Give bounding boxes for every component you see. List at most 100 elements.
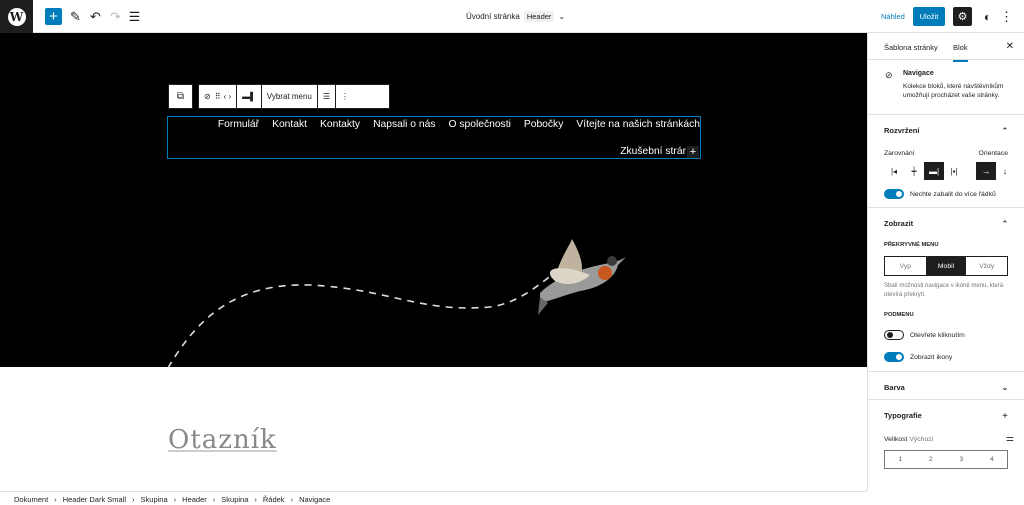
font-size-value: Výchozí — [909, 436, 934, 443]
font-size-label-text: Velikost — [884, 436, 908, 443]
justify-left-icon[interactable]: |◂ — [884, 162, 904, 180]
overlay-option-mobile[interactable]: Mobil — [925, 257, 967, 275]
bird-head — [607, 256, 617, 266]
bird-breast — [598, 266, 612, 280]
font-size-option-1[interactable]: 1 — [885, 451, 916, 468]
breadcrumb-item[interactable]: Řádek — [263, 495, 285, 504]
show-icon-toggle[interactable] — [884, 352, 904, 362]
panel-color[interactable]: Barva ⌄ — [868, 372, 1024, 400]
justify-right-icon[interactable]: ▬| — [924, 162, 944, 180]
orientation-label: Orientace — [978, 150, 1008, 157]
font-size-picker: 1 2 3 4 — [884, 450, 1008, 469]
justify-space-between-icon[interactable]: |▪| — [944, 162, 964, 180]
show-icon-label: Zobrazit ikony — [910, 353, 953, 361]
tools-pencil-icon[interactable]: ✎ — [67, 8, 84, 25]
font-size-option-4[interactable]: 4 — [977, 451, 1008, 468]
nav-item-formular[interactable]: Formulář — [218, 119, 259, 130]
nav-item-napsali-o-nas[interactable]: Napsali o nás — [373, 119, 435, 130]
panel-layout: Rozvržení ⌃ Zarovnání Orientace |◂ ┿ ▬| … — [868, 115, 1024, 208]
breadcrumb-item[interactable]: Header Dark Small — [63, 495, 126, 504]
chevron-right-icon: › — [132, 495, 135, 504]
wordpress-logo-icon[interactable]: W — [0, 0, 33, 33]
dark-header-group[interactable]: ⧉ ⊘ ⠿ ‹ › ▬▌ Vybrat menu ☰ ⋮ Formulář Ko… — [0, 33, 867, 369]
panel-display: Zobrazit ⌃ PŘEKRYVNÉ MENU Vyp Mobil Vždy… — [868, 208, 1024, 372]
template-part-tag: Header — [523, 11, 555, 22]
panel-display-title: Zobrazit — [884, 219, 914, 228]
breadcrumb-item[interactable]: Skupina — [221, 495, 248, 504]
wrap-toggle[interactable] — [884, 189, 904, 199]
chevron-right-icon: › — [173, 495, 177, 504]
settings-gear-icon[interactable]: ⚙ — [953, 7, 972, 26]
panel-typography-title: Typografie — [884, 411, 922, 420]
preview-button[interactable]: Náhled — [881, 12, 905, 21]
tab-template[interactable]: Šablona stránky — [884, 43, 938, 52]
plus-icon[interactable]: + — [1002, 411, 1008, 422]
overlay-option-always[interactable]: Vždy — [966, 257, 1007, 275]
breadcrumb-item[interactable]: Dokument — [14, 495, 48, 504]
nav-item-pobocky[interactable]: Pobočky — [524, 119, 564, 130]
editor-canvas[interactable]: ⧉ ⊘ ⠿ ‹ › ▬▌ Vybrat menu ☰ ⋮ Formulář Ko… — [0, 33, 867, 491]
document-title[interactable]: Úvodní stránka Header ⌄ — [466, 11, 565, 22]
open-on-click-label: Otevřete kliknutím — [910, 331, 965, 339]
block-toolbar: ⊘ ⠿ ‹ › ▬▌ Vybrat menu ☰ ⋮ — [198, 84, 390, 109]
panel-layout-header[interactable]: Rozvržení ⌃ — [868, 115, 1024, 146]
justification-controls: |◂ ┿ ▬| |▪| — [884, 162, 964, 180]
block-card-title: Navigace — [903, 70, 934, 77]
sidebar-tabs: Šablona stránky Blok ✕ — [868, 33, 1024, 62]
chevron-down-icon: ⌄ — [558, 12, 566, 21]
justify-right-icon[interactable]: ▬▌ — [237, 85, 262, 108]
navigation-block[interactable]: Formulář Kontakt Kontakty Napsali o nás … — [167, 116, 701, 159]
parent-block-select-icon[interactable]: ⧉ — [168, 84, 193, 109]
chevron-right-icon: › — [254, 495, 257, 504]
block-more-options-icon[interactable]: ⋮ — [336, 85, 354, 108]
overlay-menu-label: PŘEKRYVNÉ MENU — [884, 242, 939, 248]
options-more-icon[interactable]: ⋮ — [998, 8, 1015, 25]
nav-item-vitejte[interactable]: Vítejte na našich stránkách — [576, 119, 700, 130]
nav-item-o-spolecnosti[interactable]: O společnosti — [448, 119, 510, 130]
navigation-block-icon[interactable]: ⊘ ⠿ ‹ › — [199, 85, 238, 108]
page-heading[interactable]: Otazník — [168, 425, 277, 455]
document-overview-icon[interactable]: ☰ — [126, 8, 143, 25]
show-icon-row: Zobrazit ikony — [868, 352, 1024, 362]
add-block-button[interactable]: + — [45, 8, 62, 25]
font-size-option-2[interactable]: 2 — [916, 451, 947, 468]
redo-icon[interactable]: ↷ — [107, 8, 124, 25]
overlay-option-off[interactable]: Vyp — [885, 257, 926, 275]
panel-layout-title: Rozvržení — [884, 126, 920, 135]
block-card-description: Kolekce bloků, které návštěvníkům umožňu… — [903, 83, 1004, 99]
nav-item-zkusebni[interactable]: Zkušební strár — [620, 146, 686, 157]
list-view-icon[interactable]: ☰ — [318, 85, 337, 108]
block-card: ⊘ Navigace Kolekce bloků, které návštěvn… — [868, 60, 1024, 115]
arrow-down-icon[interactable]: ↓ — [996, 162, 1014, 180]
add-nav-item-icon[interactable]: + — [687, 146, 699, 158]
wrap-toggle-label: Nechte zabalit do více řádků — [910, 190, 996, 198]
font-size-option-3[interactable]: 3 — [946, 451, 977, 468]
submenu-label: PODMENU — [884, 312, 914, 318]
chevron-down-icon: ⌄ — [1001, 383, 1008, 392]
open-on-click-toggle[interactable] — [884, 330, 904, 340]
chevron-right-icon: › — [290, 495, 294, 504]
save-button[interactable]: Uložit — [913, 7, 945, 26]
undo-icon[interactable]: ↶ — [87, 8, 104, 25]
breadcrumb-item[interactable]: Header — [182, 495, 207, 504]
panel-typography-header[interactable]: Typografie + — [868, 400, 1024, 433]
nav-item-kontakty[interactable]: Kontakty — [320, 119, 360, 130]
panel-display-header[interactable]: Zobrazit ⌃ — [868, 208, 1024, 239]
select-menu-button[interactable]: Vybrat menu — [262, 85, 318, 108]
font-size-label: Velikost Výchozí — [884, 436, 934, 443]
panel-color-title: Barva — [884, 383, 905, 392]
justify-center-icon[interactable]: ┿ — [904, 162, 924, 180]
open-on-click-row: Otevřete kliknutím — [868, 330, 1024, 340]
editor-top-bar: W + ✎ ↶ ↷ ☰ Úvodní stránka Header ⌄ Náhl… — [0, 0, 1024, 33]
custom-size-sliders-icon[interactable]: ⚌ — [1006, 433, 1014, 444]
block-breadcrumb: Dokument › Header Dark Small › Skupina › He… — [0, 491, 867, 505]
arrow-right-icon[interactable]: → — [976, 162, 996, 180]
navigation-block-icon: ⊘ — [885, 70, 893, 80]
breadcrumb-item[interactable]: Skupina — [141, 495, 168, 504]
chevron-right-icon: › — [212, 495, 216, 504]
close-icon[interactable]: ✕ — [1006, 41, 1014, 52]
overlay-menu-help: Sbalí možnosti navigace v ikoně menu, kt… — [884, 283, 1004, 298]
styles-contrast-icon[interactable]: ◐ — [979, 8, 996, 25]
panel-color-header[interactable]: Barva ⌄ — [868, 372, 1024, 403]
nav-item-kontakt[interactable]: Kontakt — [272, 119, 307, 130]
